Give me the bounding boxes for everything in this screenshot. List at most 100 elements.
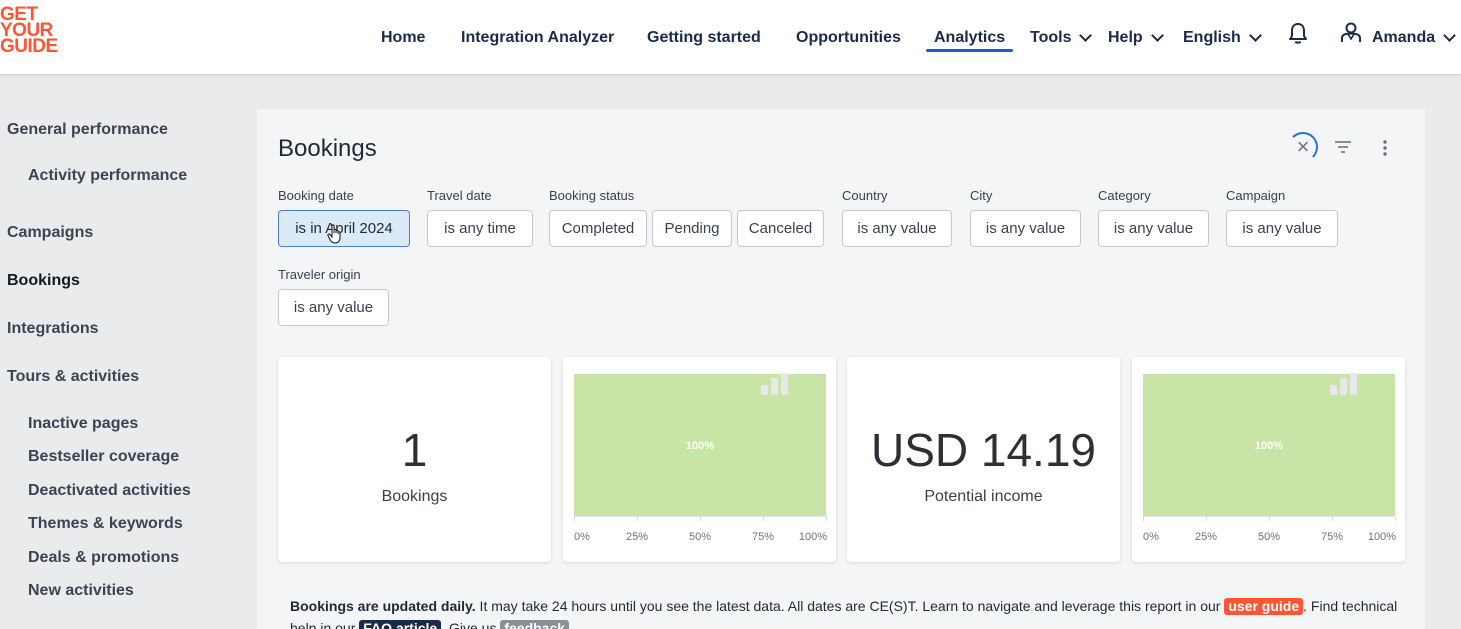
nav-language[interactable]: English: [1183, 0, 1262, 75]
note-text-3: . Give us: [441, 620, 501, 629]
filter-city[interactable]: is any value: [970, 210, 1081, 247]
nav-analytics[interactable]: Analytics: [925, 0, 1014, 75]
chart-tick-mark: [1332, 516, 1333, 521]
chart-data-label: 100%: [1254, 440, 1284, 452]
chart-bar: 100%: [574, 374, 826, 516]
sidebar-item-integrations[interactable]: Integrations: [7, 320, 99, 338]
chart-tick-mark: [763, 516, 764, 521]
sidebar-item-deals-promotions[interactable]: Deals & promotions: [28, 549, 179, 567]
chart-tick-mark: [1206, 516, 1207, 521]
filter-label-country: Country: [842, 188, 888, 203]
chart-card-income: 100% 0% 25% 50% 75% 100%: [1132, 357, 1405, 562]
filter-label-booking-status: Booking status: [549, 188, 635, 203]
nav-help-label: Help: [1108, 28, 1143, 46]
chart-tick-mark: [1269, 516, 1270, 521]
filter-status-completed[interactable]: Completed: [549, 210, 647, 247]
sidebar-item-themes-keywords[interactable]: Themes & keywords: [28, 515, 183, 533]
nav-getting-started-label: Getting started: [647, 28, 761, 46]
nav-user-menu[interactable]: Amanda: [1372, 0, 1456, 75]
kpi-card-bookings: 1 Bookings: [278, 357, 551, 562]
sidebar-item-inactive-pages[interactable]: Inactive pages: [28, 415, 138, 433]
chart-tick-label: 75%: [1320, 531, 1344, 543]
page-title: Bookings: [278, 135, 377, 162]
filter-traveler-origin[interactable]: is any value: [278, 289, 389, 326]
chart-tick-label: 50%: [688, 531, 712, 543]
nav-tools-label: Tools: [1030, 28, 1072, 46]
sidebar-item-general-performance[interactable]: General performance: [7, 121, 168, 139]
sidebar-item-deactivated-activities[interactable]: Deactivated activities: [28, 482, 191, 500]
chevron-down-icon: [1443, 28, 1456, 42]
nav-home[interactable]: Home: [381, 0, 425, 75]
chevron-down-icon: [1248, 28, 1262, 42]
sidebar-item-activity-performance[interactable]: Activity performance: [28, 167, 187, 185]
note-text-1: It may take 24 hours until you see the l…: [475, 598, 1225, 614]
chart-tick-label: 25%: [625, 531, 649, 543]
kpi-bookings-label: Bookings: [381, 488, 448, 505]
nav-integration-analyzer[interactable]: Integration Analyzer: [461, 0, 614, 75]
chart-tick-mark: [574, 516, 575, 521]
more-vertical-icon[interactable]: [1379, 139, 1391, 157]
chart-card-bookings: 100% 0% 25% 50% 75% 100%: [563, 357, 836, 562]
filter-label-traveler-origin: Traveler origin: [278, 267, 361, 282]
filter-status-canceled[interactable]: Canceled: [737, 210, 824, 247]
chart-tick-label: 25%: [1194, 531, 1218, 543]
hand-cursor-icon: [327, 224, 341, 244]
sidebar-item-tours-activities[interactable]: Tours & activities: [7, 368, 139, 386]
chart-tick-mark: [1143, 516, 1144, 521]
chart-tick-mark: [1395, 516, 1396, 521]
user-guide-link[interactable]: user guide: [1224, 598, 1304, 615]
chart-data-label: 100%: [685, 440, 715, 452]
sidebar-item-new-activities[interactable]: New activities: [28, 582, 134, 600]
filter-label-booking-date: Booking date: [278, 188, 354, 203]
logo-line-3: GUIDE: [0, 36, 58, 57]
kpi-bookings-value: 1: [401, 424, 428, 476]
chevron-down-icon: [1079, 28, 1093, 42]
user-icon[interactable]: [1340, 21, 1362, 43]
bell-icon[interactable]: [1287, 21, 1309, 45]
close-icon[interactable]: ×: [1288, 132, 1318, 162]
filter-icon[interactable]: [1334, 139, 1352, 155]
sidebar-item-campaigns[interactable]: Campaigns: [7, 224, 93, 242]
chart-tick-mark: [826, 516, 827, 521]
kpi-income-label: Potential income: [924, 488, 1043, 505]
nav-getting-started[interactable]: Getting started: [647, 0, 761, 75]
top-navigation: GET YOUR GUIDE Home Integration Analyzer…: [0, 0, 1461, 75]
nav-home-label: Home: [381, 28, 426, 46]
filter-campaign[interactable]: is any value: [1226, 210, 1338, 247]
filter-status-pending[interactable]: Pending: [652, 210, 732, 247]
nav-help[interactable]: Help: [1108, 0, 1164, 75]
chart-tick-label: 100%: [1367, 531, 1396, 543]
user-name: Amanda: [1372, 28, 1436, 46]
chevron-down-icon: [1150, 28, 1164, 42]
chart-tick-label: 100%: [798, 531, 827, 543]
chart-bar: 100%: [1143, 374, 1395, 516]
sidebar-item-bestseller-coverage[interactable]: Bestseller coverage: [28, 448, 179, 466]
getyourguide-logo[interactable]: GET YOUR GUIDE: [0, 5, 70, 57]
chart-tick-label: 0%: [1143, 531, 1159, 543]
chart-tick-label: 0%: [574, 531, 590, 543]
nav-integration-analyzer-label: Integration Analyzer: [461, 28, 615, 46]
chart-tick-label: 75%: [751, 531, 775, 543]
bar-chart-icon: [1330, 373, 1357, 395]
bookings-panel: Bookings × Booking date is in April 2024…: [257, 109, 1425, 629]
info-note: Bookings are updated daily. It may take …: [290, 595, 1400, 629]
chart-tick-mark: [700, 516, 701, 521]
bar-chart-icon: [761, 373, 788, 395]
filter-label-campaign: Campaign: [1226, 188, 1286, 203]
nav-opportunities-label: Opportunities: [796, 28, 901, 46]
chart-tick-label: 50%: [1257, 531, 1281, 543]
filter-booking-date[interactable]: is in April 2024: [278, 210, 410, 247]
filter-travel-date[interactable]: is any time: [427, 210, 533, 247]
filter-country[interactable]: is any value: [842, 210, 952, 247]
nav-analytics-label: Analytics: [934, 28, 1006, 46]
faq-article-link[interactable]: FAQ article: [359, 620, 442, 629]
feedback-link[interactable]: feedback: [500, 620, 570, 629]
nav-language-label: English: [1183, 28, 1241, 46]
filter-label-category: Category: [1098, 188, 1151, 203]
nav-tools[interactable]: Tools: [1030, 0, 1093, 75]
filter-category[interactable]: is any value: [1098, 210, 1209, 247]
nav-opportunities[interactable]: Opportunities: [796, 0, 901, 75]
filter-label-travel-date: Travel date: [427, 188, 492, 203]
sidebar-item-bookings[interactable]: Bookings: [7, 272, 80, 290]
chart-tick-mark: [637, 516, 638, 521]
